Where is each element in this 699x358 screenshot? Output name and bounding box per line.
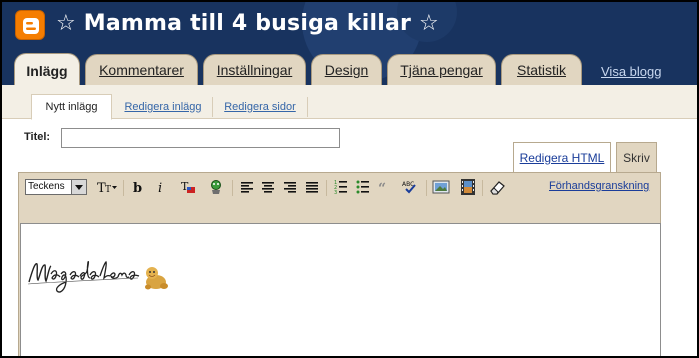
- toolbar-divider: [426, 180, 427, 196]
- subtab-edit-posts[interactable]: Redigera inlägg: [118, 95, 208, 119]
- toolbar-divider: [482, 180, 483, 196]
- subtab-divider: [307, 97, 308, 117]
- quote-icon[interactable]: “: [376, 178, 394, 196]
- font-select-value: Teckens: [28, 181, 65, 192]
- text-color-icon[interactable]: T: [178, 178, 198, 196]
- toolbar-divider: [232, 180, 233, 196]
- align-right-icon[interactable]: [281, 178, 299, 196]
- tab-tjana-pengar[interactable]: Tjäna pengar: [387, 54, 496, 85]
- tab-installningar[interactable]: Inställningar: [203, 54, 306, 85]
- tab-edit-html[interactable]: Redigera HTML: [513, 142, 611, 172]
- tab-compose[interactable]: Skriv: [616, 142, 657, 172]
- chevron-down-icon[interactable]: [71, 180, 86, 194]
- blog-title[interactable]: ☆ Mamma till 4 busiga killar ☆: [56, 11, 439, 36]
- align-left-icon[interactable]: [238, 178, 256, 196]
- video-icon[interactable]: [458, 178, 478, 196]
- svg-text:b: b: [133, 181, 142, 195]
- svg-text:3: 3: [334, 190, 337, 195]
- svg-text:T: T: [105, 185, 111, 195]
- blogger-editor-window: ☆ Mamma till 4 busiga killar ☆ Inlägg Ko…: [0, 0, 699, 358]
- tab-inlagg[interactable]: Inlägg: [14, 53, 80, 87]
- toolbar-divider: [123, 180, 124, 196]
- font-select[interactable]: Teckens: [25, 179, 87, 195]
- image-icon[interactable]: [431, 178, 451, 196]
- blogger-logo-icon[interactable]: [15, 10, 45, 40]
- spellcheck-icon[interactable]: ABC: [400, 178, 422, 196]
- title-input[interactable]: [61, 128, 340, 148]
- tab-kommentarer[interactable]: Kommentarer: [85, 54, 198, 85]
- italic-icon[interactable]: i: [152, 178, 170, 196]
- link-icon[interactable]: [206, 178, 226, 196]
- title-label: Titel:: [24, 131, 51, 143]
- justify-icon[interactable]: [303, 178, 321, 196]
- numbered-list-icon[interactable]: 123: [332, 178, 350, 196]
- bold-icon[interactable]: b: [129, 178, 147, 196]
- remove-formatting-icon[interactable]: [487, 178, 507, 196]
- bullet-list-icon[interactable]: [354, 178, 372, 196]
- svg-text:“: “: [378, 181, 386, 194]
- preview-link[interactable]: Förhandsgranskning: [549, 180, 649, 192]
- subtab-divider: [212, 97, 213, 117]
- tab-statistik[interactable]: Statistik: [501, 54, 582, 85]
- toolbar-divider: [326, 180, 327, 196]
- align-center-icon[interactable]: [259, 178, 277, 196]
- svg-text:i: i: [158, 181, 162, 195]
- view-blog-link[interactable]: Visa blogg: [601, 64, 661, 79]
- subtab-edit-pages[interactable]: Redigera sidor: [217, 95, 303, 119]
- font-size-icon[interactable]: TT: [95, 178, 119, 196]
- subtab-new-post[interactable]: Nytt inlägg: [31, 94, 112, 120]
- tab-design[interactable]: Design: [311, 54, 382, 85]
- magdalena-signature-image: [26, 254, 171, 300]
